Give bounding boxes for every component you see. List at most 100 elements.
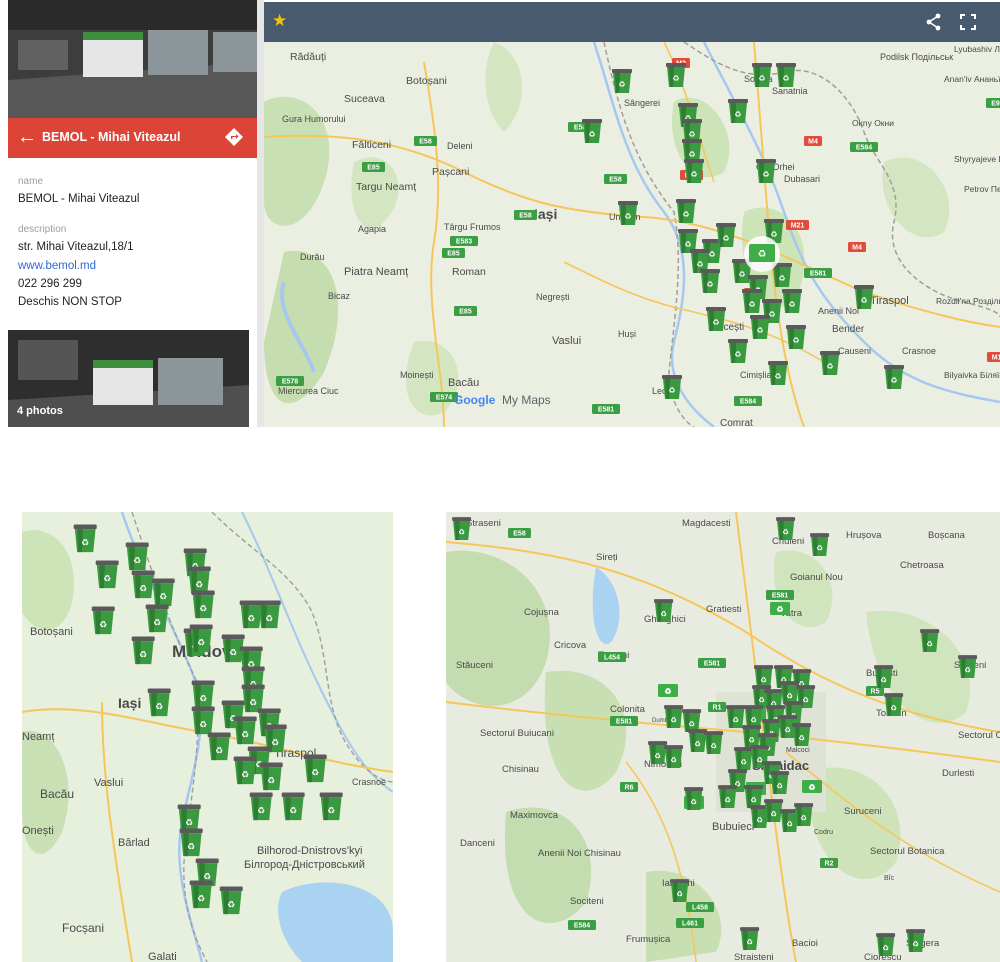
recycle-bin-marker-icon[interactable]: ♻ [95, 560, 119, 589]
recycling-point-marker[interactable]: ♻ [770, 602, 790, 615]
recycle-bin-marker-icon[interactable]: ♻ [187, 566, 211, 595]
recycle-bin-marker-icon[interactable]: ♻ [664, 705, 684, 728]
recycle-bin-marker-icon[interactable]: ♻ [728, 339, 748, 363]
recycle-bin-marker-icon[interactable]: ♻ [682, 709, 702, 732]
recycle-bin-marker-icon[interactable]: ♻ [876, 933, 896, 956]
recycle-bin-marker-icon[interactable]: ♻ [874, 665, 894, 688]
arrow-left-icon[interactable]: ← [16, 126, 38, 148]
recycle-bin-marker-icon[interactable]: ♻ [125, 542, 149, 571]
recycle-bin-marker-icon[interactable]: ♻ [684, 159, 704, 183]
recycle-bin-marker-icon[interactable]: ♻ [786, 325, 806, 349]
recycle-bin-marker-icon[interactable]: ♻ [131, 636, 155, 665]
recycle-bin-marker-icon[interactable]: ♻ [666, 63, 686, 87]
recycle-bin-marker-icon[interactable]: ♻ [920, 629, 940, 652]
recycle-bin-marker-icon[interactable]: ♻ [145, 604, 169, 633]
star-icon[interactable]: ★ [272, 11, 287, 31]
panel-scrollbar[interactable] [257, 0, 264, 427]
place-photo[interactable] [8, 0, 257, 118]
recycle-bin-marker-icon[interactable]: ♻ [648, 741, 668, 764]
recycle-bin-marker-icon[interactable]: ♻ [726, 705, 746, 728]
recycle-bin-marker-icon[interactable]: ♻ [582, 119, 602, 143]
recycling-point-marker[interactable]: ♻ [658, 684, 678, 697]
recycle-bin-marker-icon[interactable]: ♻ [241, 684, 265, 713]
recycle-bin-marker-icon[interactable]: ♻ [676, 199, 696, 223]
recycle-bin-marker-icon[interactable]: ♻ [706, 307, 726, 331]
recycle-bin-marker-icon[interactable]: ♻ [734, 747, 754, 770]
recycle-bin-marker-icon[interactable]: ♻ [257, 600, 281, 629]
recycle-bin-marker-icon[interactable]: ♻ [612, 69, 632, 93]
map1-place: Comrat [720, 418, 753, 427]
recycle-bin-marker-icon[interactable]: ♻ [151, 578, 175, 607]
recycle-bin-marker-icon[interactable]: ♻ [191, 706, 215, 735]
recycle-bin-marker-icon[interactable]: ♻ [684, 787, 704, 810]
recycle-bin-marker-icon[interactable]: ♻ [207, 732, 231, 761]
recycle-bin-marker-icon[interactable]: ♻ [73, 524, 97, 553]
recycle-bin-marker-icon[interactable]: ♻ [754, 665, 774, 688]
recycle-bin-marker-icon[interactable]: ♻ [618, 201, 638, 225]
recycle-bin-marker-icon[interactable]: ♻ [249, 792, 273, 821]
recycle-bin-marker-icon[interactable]: ♻ [768, 361, 788, 385]
fullscreen-icon[interactable] [959, 13, 977, 31]
recycle-bin-marker-icon[interactable]: ♻ [780, 681, 800, 704]
recycle-bin-marker-icon[interactable]: ♻ [744, 785, 764, 808]
recycle-bin-marker-icon[interactable]: ♻ [776, 63, 796, 87]
recycle-bin-marker-icon[interactable]: ♻ [744, 705, 764, 728]
directions-icon[interactable] [224, 127, 244, 147]
map-canvas[interactable]: Rădăuți Botoșani Suceava Gura Humorului … [264, 42, 1000, 427]
recycle-bin-marker-icon[interactable]: ♻ [259, 762, 283, 791]
recycle-bin-marker-icon[interactable]: ♻ [700, 269, 720, 293]
share-icon[interactable] [924, 12, 944, 32]
recycle-bin-marker-icon[interactable]: ♻ [189, 624, 213, 653]
recycle-bin-marker-icon[interactable]: ♻ [281, 792, 305, 821]
recycle-bin-marker-icon[interactable]: ♻ [91, 606, 115, 635]
recycle-bin-marker-icon[interactable]: ♻ [884, 693, 904, 716]
recycle-bin-marker-icon[interactable]: ♻ [772, 263, 792, 287]
recycling-point-marker[interactable]: ♻ [802, 780, 822, 793]
recycle-bin-marker-icon[interactable]: ♻ [664, 745, 684, 768]
recycle-bin-marker-icon[interactable]: ♻ [303, 754, 327, 783]
recycle-bin-marker-icon[interactable]: ♻ [233, 756, 257, 785]
recycle-bin-marker-icon[interactable]: ♻ [756, 159, 776, 183]
recycle-bin-marker-icon[interactable]: ♻ [233, 716, 257, 745]
recycle-bin-marker-icon[interactable]: ♻ [662, 375, 682, 399]
recycle-bin-marker-icon[interactable]: ♻ [742, 725, 762, 748]
recycle-bin-marker-icon[interactable]: ♻ [704, 731, 724, 754]
recycle-bin-marker-icon[interactable]: ♻ [794, 803, 814, 826]
recycle-bin-marker-icon[interactable]: ♻ [792, 723, 812, 746]
website-link[interactable]: www.bemol.md [18, 260, 96, 272]
recycle-bin-marker-icon[interactable]: ♻ [191, 680, 215, 709]
recycle-bin-marker-icon[interactable]: ♻ [958, 655, 978, 678]
recycle-bin-marker-icon[interactable]: ♻ [452, 517, 472, 540]
recycle-bin-marker-icon[interactable]: ♻ [752, 63, 772, 87]
svg-text:♻: ♻ [778, 274, 785, 283]
recycle-bin-marker-icon[interactable]: ♻ [718, 785, 738, 808]
recycle-bin-marker-icon[interactable]: ♻ [177, 804, 201, 833]
recycle-bin-marker-icon[interactable]: ♻ [906, 929, 926, 952]
map3-place: Sectorul Ciocana [958, 730, 1000, 741]
region-map[interactable]: Botoșani Moldova Iași Neamț Vaslui Bacău… [22, 512, 393, 962]
recycle-bin-marker-icon[interactable]: ♻ [189, 880, 213, 909]
recycle-bin-marker-icon[interactable]: ♻ [884, 365, 904, 389]
recycle-bin-marker-icon[interactable]: ♻ [191, 590, 215, 619]
recycle-bin-marker-icon[interactable]: ♻ [750, 315, 770, 339]
recycle-bin-marker-icon[interactable]: ♻ [810, 533, 830, 556]
recycle-bin-marker-icon[interactable]: ♻ [716, 223, 736, 247]
recycle-bin-marker-icon[interactable]: ♻ [782, 289, 802, 313]
recycle-bin-marker-icon[interactable]: ♻ [319, 792, 343, 821]
recycle-bin-marker-icon[interactable]: ♻ [219, 886, 243, 915]
recycle-bin-marker-icon[interactable]: ♻ [820, 351, 840, 375]
recycle-bin-marker-icon[interactable]: ♻ [147, 688, 171, 717]
main-map[interactable]: ★ Rădăuți Botoșani Suceava Gura Humorulu… [264, 2, 1000, 427]
recycle-bin-marker-icon[interactable]: ♻ [670, 879, 690, 902]
recycle-bin-marker-icon[interactable]: ♻ [742, 289, 762, 313]
recycle-bin-marker-icon[interactable]: ♻ [854, 285, 874, 309]
recycle-bin-marker-icon[interactable]: ♻ [776, 517, 796, 540]
recycle-bin-marker-icon[interactable]: ♻ [728, 99, 748, 123]
selected-marker[interactable]: ♻ [744, 236, 780, 272]
city-map[interactable]: Straseni Magdacesti Sireți Criuleni Hruș… [446, 512, 1000, 962]
recycle-bin-marker-icon[interactable]: ♻ [770, 771, 790, 794]
recycle-bin-marker-icon[interactable]: ♻ [740, 927, 760, 950]
recycle-bin-marker-icon[interactable]: ♻ [179, 828, 203, 857]
recycle-bin-marker-icon[interactable]: ♻ [131, 570, 155, 599]
recycle-bin-marker-icon[interactable]: ♻ [654, 599, 674, 622]
